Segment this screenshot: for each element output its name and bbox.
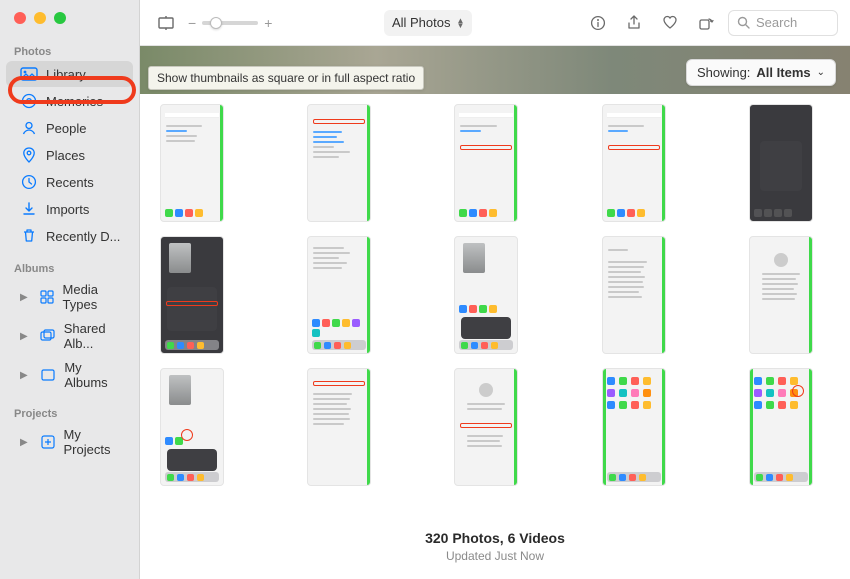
- heart-icon: [662, 15, 678, 30]
- rotate-button[interactable]: [692, 10, 720, 36]
- rotate-icon: [698, 15, 714, 31]
- sidebar-section-projects: Projects: [0, 404, 139, 422]
- sidebar-item-people[interactable]: People: [6, 115, 133, 141]
- chevron-right-icon: ▶: [20, 331, 28, 342]
- filter-button[interactable]: Showing: All Items ⌄: [686, 59, 836, 86]
- album-icon: [40, 366, 57, 384]
- photo-thumbnail[interactable]: [160, 368, 224, 486]
- filter-prefix: Showing:: [697, 65, 750, 80]
- sidebar-item-label: Recents: [46, 175, 94, 190]
- search-placeholder: Search: [756, 15, 797, 30]
- map-pin-icon: [20, 146, 38, 164]
- sidebar-item-shared-albums[interactable]: ▶ Shared Alb...: [6, 317, 133, 355]
- photo-thumbnail[interactable]: [160, 236, 224, 354]
- info-button[interactable]: [584, 10, 612, 36]
- photo-thumbnail[interactable]: [749, 368, 813, 486]
- sidebar-section-photos: Photos: [0, 42, 139, 60]
- photo-thumbnail[interactable]: [454, 236, 518, 354]
- toolbar: − + All Photos ▲▼ Search: [140, 0, 850, 46]
- photo-thumbnail[interactable]: [307, 104, 371, 222]
- photo-thumbnail[interactable]: [454, 368, 518, 486]
- download-icon: [20, 200, 38, 218]
- sidebar-item-label: Places: [46, 148, 85, 163]
- item-count: 320 Photos, 6 Videos: [140, 530, 850, 546]
- search-icon: [737, 16, 750, 29]
- window-controls: [0, 6, 139, 42]
- filter-value: All Items: [756, 65, 810, 80]
- sidebar-item-recently-deleted[interactable]: Recently D...: [6, 223, 133, 249]
- photo-thumbnail[interactable]: [160, 104, 224, 222]
- photo-thumbnail[interactable]: [307, 236, 371, 354]
- stepper-icon: ▲▼: [457, 18, 465, 28]
- sidebar-item-label: Imports: [46, 202, 89, 217]
- slider-thumb[interactable]: [210, 17, 222, 29]
- photo-thumbnail[interactable]: [602, 368, 666, 486]
- minimize-window-button[interactable]: [34, 12, 46, 24]
- trash-icon: [20, 227, 38, 245]
- sidebar-item-label: Memories: [46, 94, 103, 109]
- info-icon: [590, 15, 606, 31]
- sidebar-item-memories[interactable]: Memories: [6, 88, 133, 114]
- chevron-right-icon: ▶: [20, 370, 28, 381]
- photo-grid[interactable]: [140, 94, 850, 518]
- sidebar-item-places[interactable]: Places: [6, 142, 133, 168]
- photo-thumbnail[interactable]: [602, 236, 666, 354]
- library-icon: [20, 65, 38, 83]
- main-content: − + All Photos ▲▼ Search Home Showing: A…: [140, 0, 850, 579]
- sidebar-item-label: People: [46, 121, 86, 136]
- sidebar-item-recents[interactable]: Recents: [6, 169, 133, 195]
- chevron-right-icon: ▶: [20, 292, 28, 303]
- sidebar-item-label: Library: [46, 67, 86, 82]
- sidebar-item-label: Recently D...: [46, 229, 120, 244]
- zoom-window-button[interactable]: [54, 12, 66, 24]
- shared-album-icon: [40, 327, 56, 345]
- share-button[interactable]: [620, 10, 648, 36]
- grid-icon: [40, 288, 55, 306]
- photo-thumbnail[interactable]: [454, 104, 518, 222]
- sidebar-section-albums: Albums: [0, 259, 139, 277]
- sidebar-item-label: Shared Alb...: [64, 321, 123, 351]
- memories-icon: [20, 92, 38, 110]
- people-icon: [20, 119, 38, 137]
- sidebar: Photos Library Memories People Places Re…: [0, 0, 140, 579]
- aspect-ratio-icon: [157, 15, 175, 31]
- photo-thumbnail[interactable]: [602, 104, 666, 222]
- projects-icon: [40, 433, 56, 451]
- chevron-down-icon: ⌄: [817, 67, 825, 78]
- sidebar-item-media-types[interactable]: ▶ Media Types: [6, 278, 133, 316]
- search-input[interactable]: Search: [728, 10, 838, 36]
- aspect-ratio-button[interactable]: [152, 10, 180, 36]
- share-icon: [627, 15, 641, 31]
- photo-thumbnail[interactable]: [749, 104, 813, 222]
- sidebar-item-my-albums[interactable]: ▶ My Albums: [6, 356, 133, 394]
- plus-icon: +: [264, 15, 272, 31]
- sidebar-item-label: My Albums: [64, 360, 123, 390]
- zoom-slider[interactable]: − +: [188, 15, 272, 31]
- sidebar-item-label: Media Types: [63, 282, 123, 312]
- tooltip: Show thumbnails as square or in full asp…: [148, 66, 424, 90]
- sidebar-item-my-projects[interactable]: ▶ My Projects: [6, 423, 133, 461]
- sidebar-item-library[interactable]: Library: [6, 61, 133, 87]
- footer: 320 Photos, 6 Videos Updated Just Now: [140, 518, 850, 579]
- sidebar-item-imports[interactable]: Imports: [6, 196, 133, 222]
- sidebar-item-label: My Projects: [63, 427, 123, 457]
- chevron-right-icon: ▶: [20, 437, 28, 448]
- view-mode-label: All Photos: [392, 15, 451, 30]
- photo-thumbnail[interactable]: [749, 236, 813, 354]
- favorite-button[interactable]: [656, 10, 684, 36]
- photo-thumbnail[interactable]: [307, 368, 371, 486]
- minus-icon: −: [188, 15, 196, 31]
- close-window-button[interactable]: [14, 12, 26, 24]
- clock-icon: [20, 173, 38, 191]
- sync-status: Updated Just Now: [140, 549, 850, 563]
- view-mode-select[interactable]: All Photos ▲▼: [384, 10, 472, 36]
